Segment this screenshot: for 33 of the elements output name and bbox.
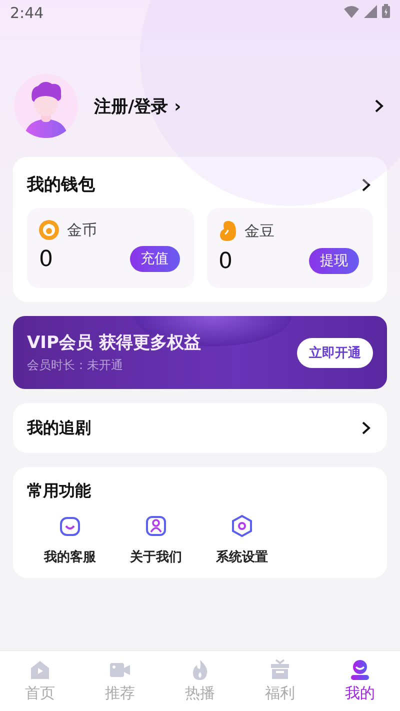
chat-bubble-icon: [58, 514, 82, 538]
account-amount: 0: [218, 248, 232, 274]
settings-icon: [230, 514, 254, 538]
home-icon: [29, 659, 51, 681]
feature-item[interactable]: 我的客服: [27, 514, 113, 566]
recharge-button[interactable]: 充值: [130, 246, 180, 272]
wifi-icon: [344, 6, 360, 18]
tools-title: 常用功能: [27, 481, 92, 502]
feature-item[interactable]: 关于我们: [113, 514, 199, 566]
person-icon: [144, 514, 168, 538]
gift-box-icon: [269, 659, 291, 681]
account-name: 金币: [67, 220, 97, 240]
tab[interactable]: 我的: [320, 651, 400, 711]
account-amount: 0: [39, 246, 53, 272]
vip-title: VIP会员 获得更多权益: [27, 332, 201, 354]
bean-icon: [218, 220, 236, 242]
withdraw-button[interactable]: 提现: [309, 248, 359, 274]
feature-item[interactable]: 系统设置: [199, 514, 285, 566]
account-name: 金豆: [244, 222, 274, 240]
signal-icon: [364, 5, 378, 18]
vip-subtitle: 会员时长：未开通: [27, 357, 124, 374]
user-icon: [349, 659, 371, 681]
wallet-title: 我的钱包: [27, 174, 95, 196]
coin-icon: [39, 220, 59, 240]
login-link[interactable]: 注册/登录 ›: [94, 94, 182, 118]
avatar-icon[interactable]: [14, 74, 78, 138]
my-dramas-label: 我的追剧: [27, 418, 91, 438]
activate-button[interactable]: 立即开通: [297, 338, 373, 368]
battery-icon: [382, 4, 390, 18]
status-time: 2:44: [10, 4, 44, 22]
chevron-right-icon[interactable]: [361, 421, 371, 435]
chevron-right-icon[interactable]: [374, 99, 384, 113]
chevron-right-icon[interactable]: [361, 178, 371, 192]
